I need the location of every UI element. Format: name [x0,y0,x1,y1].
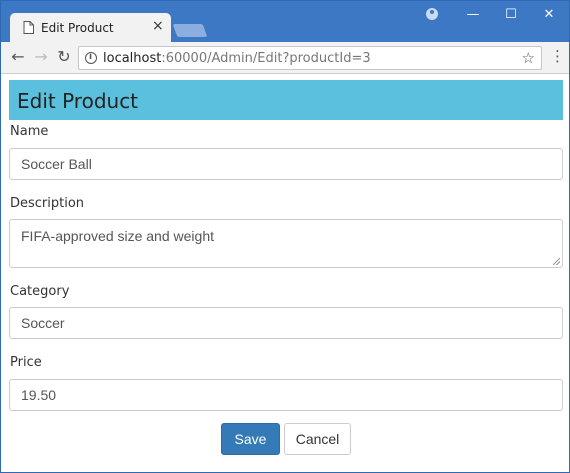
name-input[interactable] [9,148,563,180]
address-bar[interactable]: localhost:60000/Admin/Edit?productId=3 ☆ [78,46,542,70]
page-title: Edit Product [17,89,139,113]
browser-menu-icon[interactable]: ⋮ [550,47,565,65]
name-label: Name [10,124,49,139]
tab-title: Edit Product [41,21,114,35]
page-header: Edit Product [9,80,563,120]
page-content: Edit Product Name Description FIFA-appro… [1,75,569,472]
price-label: Price [10,355,42,370]
browser-toolbar: ← → ↻ localhost:60000/Admin/Edit?product… [1,42,569,74]
resize-grip-icon[interactable] [553,258,560,265]
bookmark-star-icon[interactable]: ☆ [522,49,535,67]
new-tab-button[interactable] [172,24,208,37]
cancel-button[interactable]: Cancel [284,423,351,455]
page-icon [23,21,34,34]
info-icon[interactable] [85,52,97,64]
url-path: :60000/Admin/Edit?productId=3 [161,51,371,66]
minimize-icon[interactable]: — [458,7,488,22]
url-text: localhost:60000/Admin/Edit?productId=3 [103,51,371,66]
profile-icon[interactable] [426,8,438,20]
tab-close-icon[interactable]: × [152,18,164,34]
category-label: Category [10,284,70,299]
maximize-icon[interactable]: ☐ [496,7,526,22]
description-label: Description [10,196,85,211]
category-input[interactable] [9,307,563,339]
reload-icon[interactable]: ↻ [53,46,75,68]
description-wrapper: FIFA-approved size and weight [1,219,569,268]
title-bar: Edit Product × — ☐ ✕ [1,1,569,43]
browser-window: Edit Product × — ☐ ✕ ← → ↻ localhost:600… [0,0,570,473]
price-input[interactable] [9,379,563,411]
description-input[interactable]: FIFA-approved size and weight [9,219,563,268]
save-button[interactable]: Save [221,423,280,455]
forward-icon[interactable]: → [30,46,52,68]
browser-tab[interactable]: Edit Product × [10,13,171,43]
back-icon[interactable]: ← [7,46,29,68]
close-window-icon[interactable]: ✕ [534,7,564,22]
url-host: localhost [103,51,162,66]
